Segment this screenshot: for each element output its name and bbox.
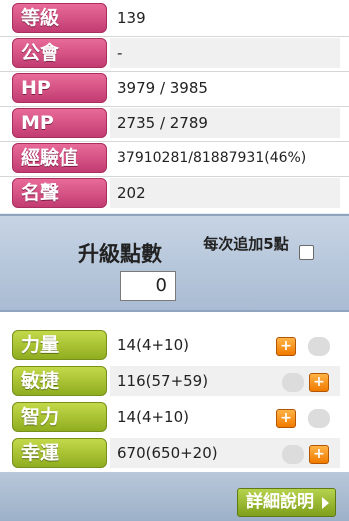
slider-pill bbox=[308, 409, 330, 428]
stat-row-guild: 公會 - bbox=[0, 35, 349, 71]
luk-plus-button[interactable]: + bbox=[309, 445, 329, 464]
arrow-right-icon bbox=[322, 497, 329, 509]
attr-value-dex: 116(57+59) bbox=[110, 366, 340, 396]
dex-plus-button[interactable]: + bbox=[309, 373, 329, 392]
stat-row-hp: HP 3979 / 3985 bbox=[0, 70, 349, 106]
attr-value-int: 14(4+10) bbox=[117, 408, 189, 426]
attr-row-luk: 幸運 670(650+20) + bbox=[0, 435, 349, 471]
stat-label-guild: 公會 bbox=[12, 38, 107, 68]
stat-row-level: 等級 139 bbox=[0, 0, 349, 36]
slider-pill bbox=[282, 373, 304, 392]
stat-value-level: 139 bbox=[110, 3, 340, 33]
stat-value-exp: 37910281/81887931(46%) bbox=[110, 143, 340, 173]
attr-label-dex: 敏捷 bbox=[12, 366, 107, 396]
stat-label-exp: 經驗值 bbox=[12, 143, 107, 173]
attribute-stats-section: 力量 14(4+10) + 敏捷 116(57+59) + 智力 14(4+10… bbox=[0, 312, 349, 472]
detail-button-label: 詳細說明 bbox=[246, 492, 314, 512]
stat-label-mp: MP bbox=[12, 108, 107, 138]
stat-value-hp: 3979 / 3985 bbox=[110, 73, 340, 103]
stat-label-fame: 名聲 bbox=[12, 178, 107, 208]
ability-points-value: 0 bbox=[120, 271, 176, 301]
slider-pill bbox=[282, 445, 304, 464]
attr-label-int: 智力 bbox=[12, 402, 107, 432]
str-plus-button[interactable]: + bbox=[276, 337, 296, 356]
auto-assign-checkbox[interactable] bbox=[299, 245, 314, 260]
slider-pill bbox=[308, 337, 330, 356]
attr-value-str: 14(4+10) bbox=[117, 336, 189, 354]
attr-row-dex: 敏捷 116(57+59) + bbox=[0, 363, 349, 399]
stat-value-mp: 2735 / 2789 bbox=[110, 108, 340, 138]
auto-assign-label: 每次追加5點 bbox=[203, 235, 289, 253]
attr-label-str: 力量 bbox=[12, 330, 107, 360]
basic-stats-section: 等級 139 公會 - HP 3979 / 3985 MP 2735 / 278… bbox=[0, 0, 349, 213]
int-plus-button[interactable]: + bbox=[276, 409, 296, 428]
ability-points-title: 升級點數 bbox=[78, 242, 162, 266]
stat-value-fame: 202 bbox=[110, 178, 340, 208]
attr-label-luk: 幸運 bbox=[12, 438, 107, 468]
stat-label-hp: HP bbox=[12, 73, 107, 103]
attr-value-luk: 670(650+20) bbox=[110, 438, 340, 468]
stat-row-fame: 名聲 202 bbox=[0, 175, 349, 211]
stat-value-guild: - bbox=[110, 38, 340, 68]
detail-button[interactable]: 詳細說明 bbox=[237, 488, 336, 517]
attr-row-int: 智力 14(4+10) + bbox=[0, 399, 349, 435]
stat-row-mp: MP 2735 / 2789 bbox=[0, 105, 349, 141]
attr-row-str: 力量 14(4+10) + bbox=[0, 327, 349, 363]
stat-label-level: 等級 bbox=[12, 3, 107, 33]
stat-row-exp: 經驗值 37910281/81887931(46%) bbox=[0, 140, 349, 176]
ability-points-section: 升級點數 0 每次追加5點 bbox=[0, 214, 349, 312]
character-info-window: 等級 139 公會 - HP 3979 / 3985 MP 2735 / 278… bbox=[0, 0, 349, 521]
